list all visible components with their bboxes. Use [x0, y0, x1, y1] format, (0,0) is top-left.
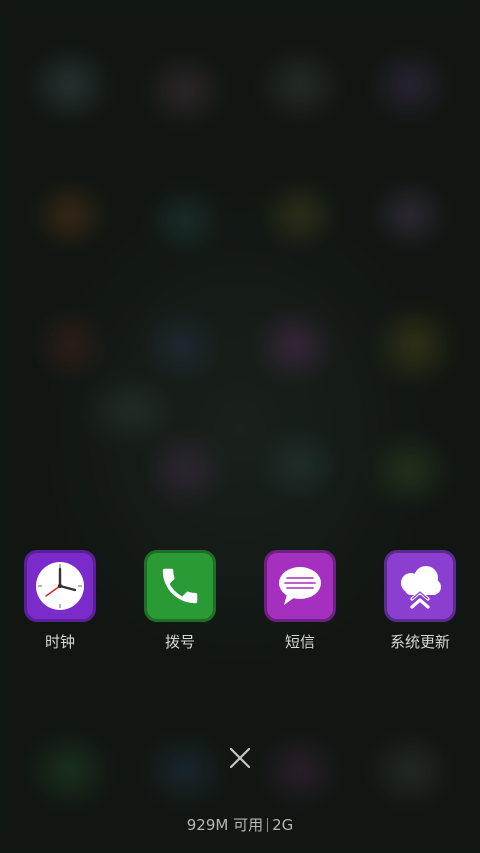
system-update-app-tile: [384, 550, 456, 622]
memory-status: 929M 可用 2G: [0, 814, 480, 836]
recent-app-label: 短信: [284, 633, 315, 651]
memory-separator: [267, 818, 269, 832]
close-icon: [229, 747, 251, 769]
cloud-update-icon: [401, 566, 441, 609]
recent-app-dialer[interactable]: 拨号: [120, 550, 240, 660]
recent-app-label: 时钟: [44, 633, 75, 651]
recent-app-label: 拨号: [164, 633, 195, 651]
recent-app-system-update[interactable]: 系统更新: [360, 550, 480, 660]
close-all-button[interactable]: [224, 742, 256, 774]
dim-overlay: [0, 0, 480, 853]
recent-app-messages[interactable]: 短信: [240, 550, 360, 660]
clock-icon: [36, 562, 84, 610]
message-bubble-icon: [279, 567, 321, 605]
recent-app-label: 系统更新: [389, 633, 450, 651]
clock-app-tile: [24, 550, 96, 622]
recent-apps-row: 时钟 拨号 短信 系统更新: [0, 550, 480, 660]
recent-app-clock[interactable]: 时钟: [0, 550, 120, 660]
memory-total: 2G: [272, 816, 294, 834]
dialer-app-tile: [144, 550, 216, 622]
messages-app-tile: [264, 550, 336, 622]
memory-available: 929M 可用: [186, 816, 264, 834]
phone-icon: [162, 568, 198, 604]
